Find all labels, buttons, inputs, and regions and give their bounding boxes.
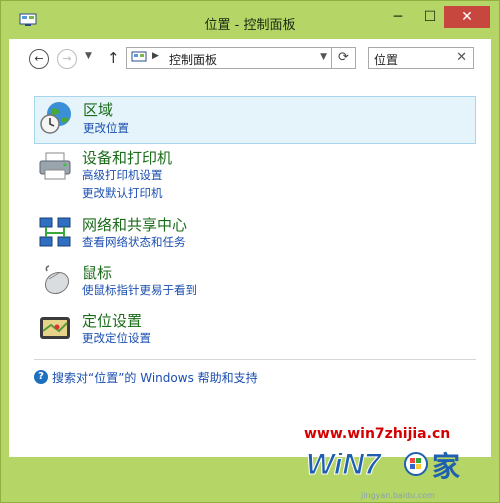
address-history-dropdown[interactable]: ▼ (320, 52, 327, 62)
address-bar[interactable]: ▶ 控制面板 ▼ (126, 47, 332, 69)
breadcrumb-control-panel[interactable]: 控制面板 (169, 51, 217, 68)
back-button[interactable]: ← (29, 49, 49, 69)
help-search-link[interactable]: 搜索对“位置”的 Windows 帮助和支持 (52, 369, 258, 386)
location-icon (40, 317, 70, 339)
up-button[interactable]: ↑ (107, 49, 120, 67)
link-make-pointer-visible[interactable]: 使鼠标指针更易于看到 (82, 282, 197, 298)
link-change-location[interactable]: 更改位置 (83, 120, 129, 136)
chevron-right-icon[interactable]: ▶ (152, 51, 159, 61)
control-panel-icon (131, 51, 147, 62)
item-title-network-sharing[interactable]: 网络和共享中心 (82, 214, 187, 235)
minimize-button[interactable]: ─ (383, 6, 413, 28)
result-region[interactable]: 区域 更改位置 (34, 96, 476, 144)
forward-button[interactable]: → (57, 49, 77, 69)
printer-icon (39, 152, 71, 180)
title-bar: 位置 - 控制面板 ─ ☐ ✕ (1, 1, 499, 37)
item-title-location-settings[interactable]: 定位设置 (82, 310, 142, 331)
control-panel-window: 位置 - 控制面板 ─ ☐ ✕ ← → ▼ ↑ ▶ 控制面板 ▼ ⟳ 位置 ✕ … (0, 0, 500, 503)
watermark-subtext: jingyan.baidu.com (361, 491, 435, 500)
item-title-mouse[interactable]: 鼠标 (82, 262, 112, 283)
clear-search-button[interactable]: ✕ (456, 50, 467, 65)
svg-text:WiN7: WiN7 (306, 448, 382, 481)
result-network-sharing: 网络和共享中心 查看网络状态和任务 (34, 212, 476, 260)
network-icon (39, 217, 71, 247)
refresh-button[interactable]: ⟳ (332, 47, 356, 69)
maximize-button[interactable]: ☐ (415, 6, 445, 28)
result-mouse: 鼠标 使鼠标指针更易于看到 (34, 260, 476, 308)
item-title-devices-printers[interactable]: 设备和打印机 (82, 147, 172, 168)
link-change-default-printer[interactable]: 更改默认打印机 (82, 185, 163, 201)
help-icon: ? (34, 370, 48, 384)
content-area: ← → ▼ ↑ ▶ 控制面板 ▼ ⟳ 位置 ✕ 区域 更改位置 设备和打印机 高… (9, 39, 491, 457)
navigation-bar: ← → ▼ ↑ ▶ 控制面板 ▼ ⟳ 位置 ✕ (9, 39, 491, 79)
svg-text:家: 家 (432, 450, 460, 483)
watermark-logo: WiN7 家 (306, 448, 460, 484)
result-location-settings: 定位设置 更改定位设置 (34, 308, 476, 356)
item-title-region[interactable]: 区域 (83, 99, 113, 120)
recent-locations-dropdown[interactable]: ▼ (85, 51, 92, 61)
search-input[interactable]: 位置 (374, 51, 398, 68)
close-button[interactable]: ✕ (444, 6, 490, 28)
globe-clock-icon (40, 102, 71, 134)
watermark-url: www.win7zhijia.cn (304, 426, 451, 442)
result-devices-printers: 设备和打印机 高级打印机设置 更改默认打印机 (34, 145, 476, 200)
mouse-icon (44, 265, 70, 295)
link-change-location-settings[interactable]: 更改定位设置 (82, 330, 151, 346)
search-box[interactable]: 位置 ✕ (368, 47, 474, 69)
link-advanced-printer-setup[interactable]: 高级打印机设置 (82, 167, 163, 183)
link-view-network-status[interactable]: 查看网络状态和任务 (82, 234, 186, 250)
divider (34, 359, 476, 360)
